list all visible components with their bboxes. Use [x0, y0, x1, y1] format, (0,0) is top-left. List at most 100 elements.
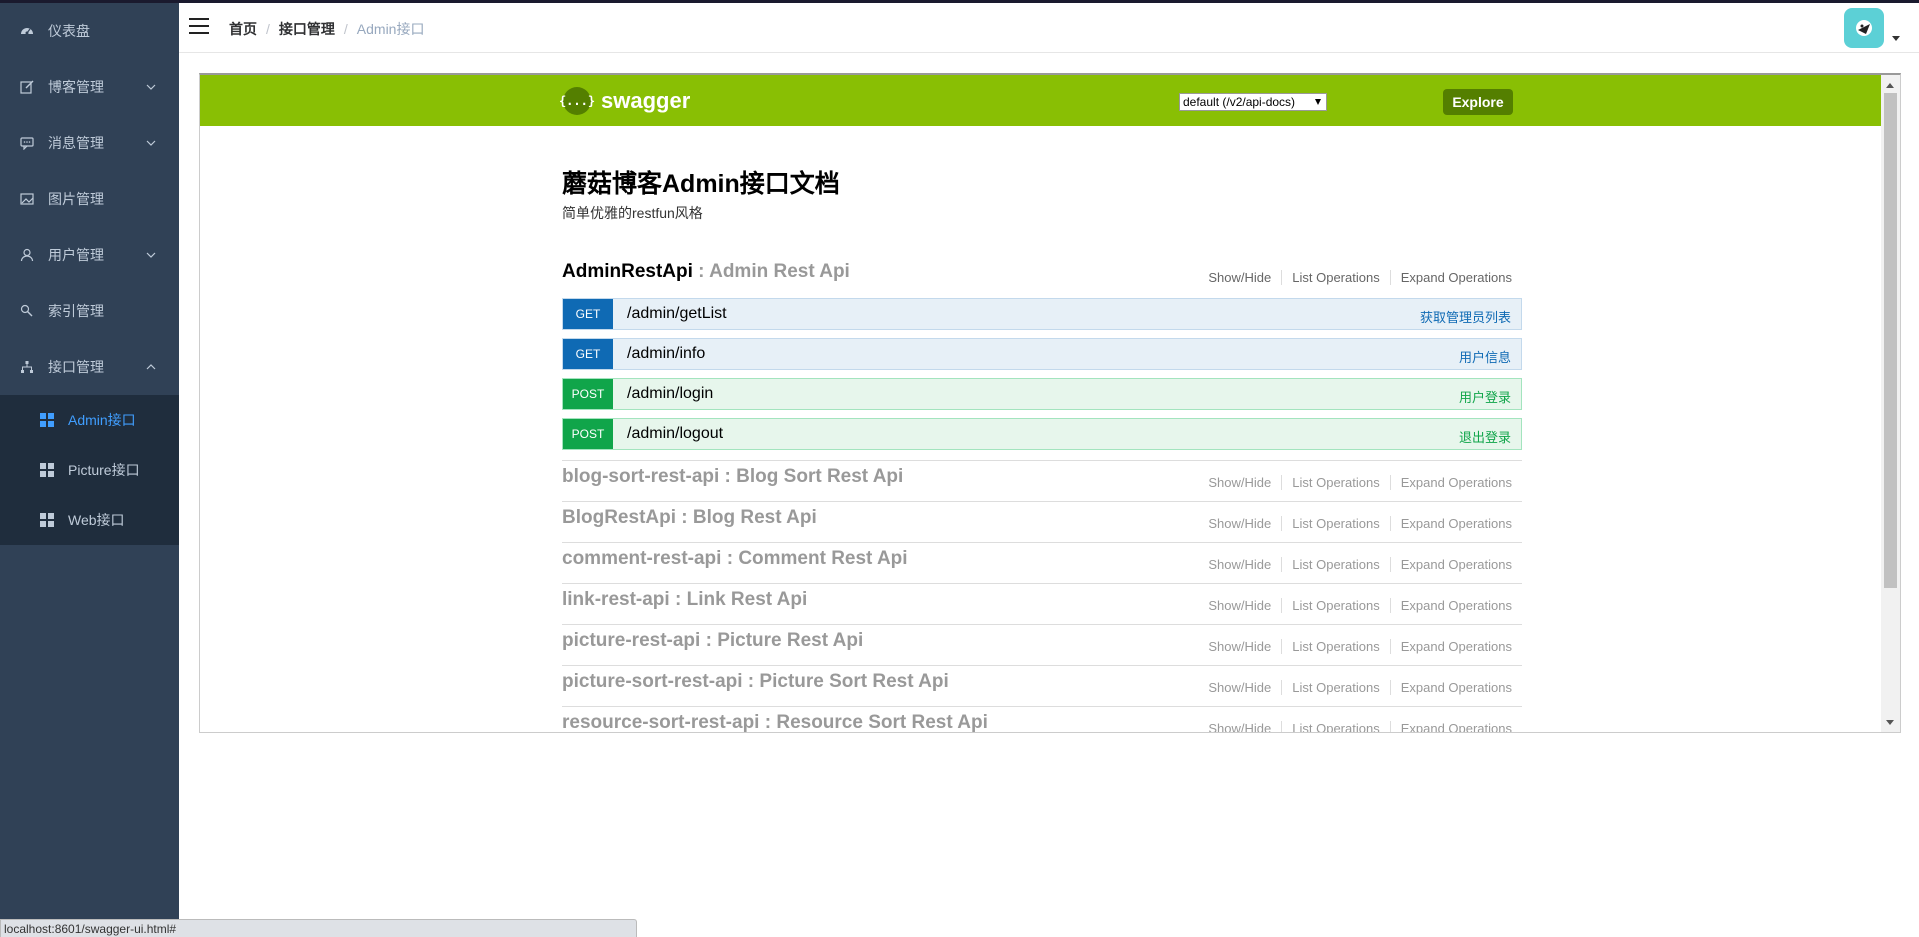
caret-down-icon[interactable]	[1892, 36, 1900, 41]
expand-operations-link[interactable]: Expand Operations	[1391, 639, 1512, 654]
api-spec-select[interactable]: default (/v2/api-docs)	[1179, 93, 1327, 111]
swagger-logo-icon: {...}	[559, 87, 595, 115]
scrollbar-thumb[interactable]	[1884, 93, 1897, 588]
sidebar-item-dashboard[interactable]: 仪表盘	[0, 3, 179, 59]
sidebar: 仪表盘 博客管理 消息管理 图片管理 用户管理 索引管理 接口管理 Admin接…	[0, 3, 179, 937]
sitemap-icon	[20, 360, 34, 374]
resource-name[interactable]: blog-sort-rest-api	[562, 466, 719, 487]
api-spec-select-value: default (/v2/api-docs)	[1183, 95, 1296, 109]
resource-links: Show/Hide List Operations Expand Operation…	[1208, 598, 1512, 613]
http-method-badge[interactable]: POST	[563, 379, 613, 409]
sidebar-item-index[interactable]: 索引管理	[0, 283, 179, 339]
resource-header: picture-sort-rest-api : Picture Sort Res…	[562, 666, 1522, 707]
operation-summary[interactable]: 用户登录	[1459, 387, 1511, 406]
show-hide-link[interactable]: Show/Hide	[1208, 639, 1283, 654]
http-method-badge[interactable]: GET	[563, 299, 613, 329]
show-hide-link[interactable]: Show/Hide	[1208, 598, 1283, 613]
expand-operations-link[interactable]: Expand Operations	[1391, 598, 1512, 613]
swagger-logo[interactable]: {...} swagger	[559, 87, 690, 115]
list-operations-link[interactable]: List Operations	[1282, 598, 1391, 613]
sidebar-item-blog[interactable]: 博客管理	[0, 59, 179, 115]
edit-icon	[20, 80, 34, 94]
list-operations-link[interactable]: List Operations	[1282, 557, 1391, 572]
grid-icon	[40, 513, 54, 527]
operation-list: GET /admin/getList 获取管理员列表 GET /admin/in…	[562, 298, 1522, 450]
breadcrumb-api-management[interactable]: 接口管理	[279, 19, 335, 39]
operation-summary[interactable]: 获取管理员列表	[1420, 307, 1511, 326]
operation-row[interactable]: GET /admin/info 用户信息	[562, 338, 1522, 370]
expand-operations-link[interactable]: Expand Operations	[1391, 516, 1512, 531]
resource-name[interactable]: link-rest-api	[562, 589, 670, 610]
sidebar-item-user[interactable]: 用户管理	[0, 227, 179, 283]
resource-list: AdminRestApi : Admin Rest Api Show/Hide …	[562, 256, 1522, 733]
show-hide-link[interactable]: Show/Hide	[1208, 557, 1283, 572]
frame-scrollbar[interactable]	[1881, 75, 1900, 732]
show-hide-link[interactable]: Show/Hide	[1208, 721, 1283, 732]
operation-path[interactable]: /admin/getList	[627, 305, 727, 323]
operation-summary[interactable]: 用户信息	[1459, 347, 1511, 366]
expand-operations-link[interactable]: Expand Operations	[1391, 270, 1512, 285]
show-hide-link[interactable]: Show/Hide	[1208, 475, 1283, 490]
sidebar-subitem-admin-api[interactable]: Admin接口	[0, 395, 179, 445]
resource-name[interactable]: BlogRestApi	[562, 507, 676, 528]
list-operations-link[interactable]: List Operations	[1282, 680, 1391, 695]
operation-path[interactable]: /admin/login	[627, 385, 713, 403]
hamburger-menu-icon[interactable]	[189, 18, 209, 34]
resource-desc: Admin Rest Api	[709, 261, 850, 282]
sidebar-item-label: 消息管理	[48, 135, 104, 151]
resource-links: Show/Hide List Operations Expand Operation…	[1208, 516, 1512, 531]
expand-operations-link[interactable]: Expand Operations	[1391, 680, 1512, 695]
http-method-badge[interactable]: GET	[563, 339, 613, 369]
resource-header: comment-rest-api : Comment Rest Api Show…	[562, 543, 1522, 584]
resource-name[interactable]: AdminRestApi	[562, 261, 693, 282]
explore-button[interactable]: Explore	[1443, 89, 1513, 115]
breadcrumb-home[interactable]: 首页	[229, 19, 257, 39]
operation-path[interactable]: /admin/info	[627, 345, 705, 363]
operation-path[interactable]: /admin/logout	[627, 425, 723, 443]
expand-operations-link[interactable]: Expand Operations	[1391, 557, 1512, 572]
sidebar-item-picture[interactable]: 图片管理	[0, 171, 179, 227]
grid-icon	[40, 413, 54, 427]
chevron-down-icon	[145, 81, 157, 93]
resource-header: link-rest-api : Link Rest Api Show/Hide L…	[562, 584, 1522, 625]
list-operations-link[interactable]: List Operations	[1282, 639, 1391, 654]
sidebar-subitem-web-api[interactable]: Web接口	[0, 495, 179, 545]
sidebar-item-label: 接口管理	[48, 359, 104, 375]
resource-links: Show/Hide List Operations Expand Operation…	[1208, 680, 1512, 695]
resource-name[interactable]: comment-rest-api	[562, 548, 721, 569]
scroll-up-icon[interactable]	[1886, 83, 1894, 88]
sidebar-item-message[interactable]: 消息管理	[0, 115, 179, 171]
operation-row[interactable]: GET /admin/getList 获取管理员列表	[562, 298, 1522, 330]
scroll-down-icon[interactable]	[1886, 720, 1894, 725]
list-operations-link[interactable]: List Operations	[1282, 270, 1391, 285]
resource-name[interactable]: resource-sort-rest-api	[562, 712, 759, 732]
show-hide-link[interactable]: Show/Hide	[1208, 270, 1283, 285]
list-operations-link[interactable]: List Operations	[1282, 475, 1391, 490]
http-method-badge[interactable]: POST	[563, 419, 613, 449]
sidebar-item-label: 图片管理	[48, 191, 104, 207]
sidebar-subitem-picture-api[interactable]: Picture接口	[0, 445, 179, 495]
show-hide-link[interactable]: Show/Hide	[1208, 516, 1283, 531]
list-operations-link[interactable]: List Operations	[1282, 516, 1391, 531]
operation-summary[interactable]: 退出登录	[1459, 427, 1511, 446]
resource-name[interactable]: picture-sort-rest-api	[562, 671, 743, 692]
list-operations-link[interactable]: List Operations	[1282, 721, 1391, 732]
api-doc-description: 简单优雅的restfun风格	[562, 205, 703, 221]
sidebar-subitem-label: Picture接口	[68, 462, 140, 478]
swagger-body: 蘑菇博客Admin接口文档 简单优雅的restfun风格 AdminRestAp…	[200, 126, 1881, 733]
show-hide-link[interactable]: Show/Hide	[1208, 680, 1283, 695]
breadcrumb: 首页 / 接口管理 / Admin接口	[229, 19, 424, 39]
operation-row[interactable]: POST /admin/logout 退出登录	[562, 418, 1522, 450]
resource-desc: Resource Sort Rest Api	[776, 712, 988, 733]
expand-operations-link[interactable]: Expand Operations	[1391, 721, 1512, 732]
avatar-image-icon	[1856, 20, 1872, 36]
sidebar-item-api[interactable]: 接口管理	[0, 339, 179, 395]
breadcrumb-separator: /	[343, 21, 348, 37]
avatar[interactable]	[1844, 8, 1884, 48]
grid-icon	[40, 463, 54, 477]
expand-operations-link[interactable]: Expand Operations	[1391, 475, 1512, 490]
top-navbar: 首页 / 接口管理 / Admin接口	[179, 3, 1919, 53]
operation-row[interactable]: POST /admin/login 用户登录	[562, 378, 1522, 410]
chevron-down-icon	[145, 249, 157, 261]
resource-name[interactable]: picture-rest-api	[562, 630, 700, 651]
